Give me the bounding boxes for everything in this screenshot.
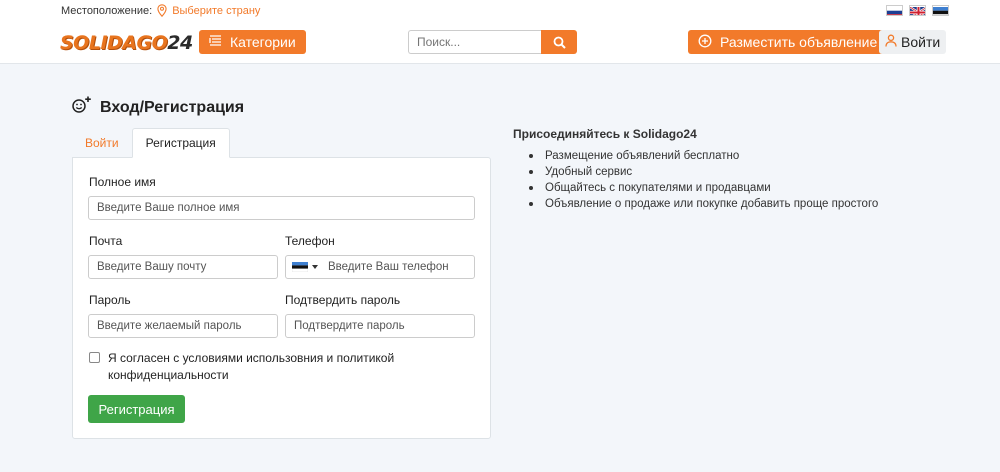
language-switcher — [886, 5, 949, 16]
phone-field — [285, 255, 475, 279]
benefits-list: Размещение объявлений бесплатно Удобный … — [513, 148, 878, 212]
flag-et-icon[interactable] — [932, 5, 949, 16]
list-item: Общайтесь с покупателями и продавцами — [529, 180, 878, 196]
plus-circle-icon — [698, 34, 712, 51]
confirm-password-label: Подтвердить пароль — [285, 293, 401, 307]
auth-tabs: Войти Регистрация — [72, 128, 230, 158]
phone-label: Телефон — [285, 234, 335, 248]
flag-et-icon — [292, 262, 308, 272]
confirm-password-input[interactable] — [285, 314, 475, 338]
terms-text-line2: конфиденциальности — [108, 368, 229, 382]
join-title: Присоединяйтесь к Solidago24 — [513, 127, 697, 141]
list-item: Объявление о продаже или покупке добавит… — [529, 196, 878, 212]
categories-label: Категории — [230, 34, 296, 50]
fullname-input[interactable] — [88, 196, 475, 220]
caret-down-icon — [312, 265, 318, 269]
menu-list-icon — [209, 34, 222, 50]
smile-plus-icon — [72, 96, 92, 119]
flag-en-icon[interactable] — [909, 5, 926, 16]
fullname-label: Полное имя — [89, 175, 156, 189]
logo-number: 24 — [167, 32, 193, 54]
top-navbar: Местоположение: Выберите страну SOLIDAGO… — [0, 0, 1000, 64]
login-button[interactable]: Войти — [879, 30, 947, 54]
tab-login[interactable]: Войти — [72, 128, 132, 158]
map-pin-icon[interactable] — [157, 4, 167, 17]
user-icon — [885, 34, 897, 50]
site-logo[interactable]: SOLIDAGO24 — [60, 32, 193, 54]
logo-text: SOLIDAGO — [60, 32, 168, 54]
terms-text-line1: Я согласен с условиями использовния и по… — [108, 351, 395, 365]
country-code-select[interactable] — [286, 262, 324, 272]
join-info: Присоединяйтесь к Solidago24 Размещение … — [513, 127, 878, 212]
password-label: Пароль — [89, 293, 131, 307]
email-label: Почта — [89, 234, 123, 248]
choose-country-link[interactable]: Выберите страну — [172, 5, 260, 17]
email-input[interactable] — [88, 255, 278, 279]
location-bar: Местоположение: Выберите страну — [61, 4, 260, 17]
search-bar — [408, 30, 577, 54]
search-input[interactable] — [408, 30, 541, 54]
password-input[interactable] — [88, 314, 278, 338]
post-ad-button[interactable]: Разместить объявление — [688, 30, 888, 54]
tab-registration[interactable]: Регистрация — [131, 128, 230, 158]
login-label: Войти — [901, 34, 941, 50]
search-button[interactable] — [541, 30, 577, 54]
list-item: Размещение объявлений бесплатно — [529, 148, 878, 164]
list-item: Удобный сервис — [529, 164, 878, 180]
page-title-text: Вход/Регистрация — [100, 98, 245, 116]
categories-button[interactable]: Категории — [199, 30, 306, 54]
registration-form: Полное имя Почта Телефон Пароль Подтверд… — [72, 157, 491, 439]
terms-text: Я согласен с условиями использовния и по… — [108, 350, 394, 384]
location-label: Местоположение: — [61, 4, 153, 17]
search-icon — [553, 36, 566, 49]
post-ad-label: Разместить объявление — [720, 34, 878, 50]
register-button[interactable]: Регистрация — [88, 395, 185, 423]
page-title: Вход/Регистрация — [72, 96, 244, 119]
phone-input[interactable] — [324, 256, 464, 278]
flag-ru-icon[interactable] — [886, 5, 903, 16]
terms-agreement: Я согласен с условиями использовния и по… — [89, 350, 394, 384]
terms-checkbox[interactable] — [89, 352, 100, 363]
